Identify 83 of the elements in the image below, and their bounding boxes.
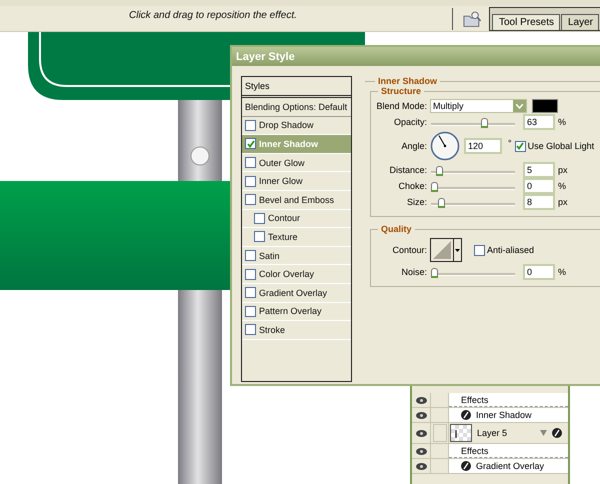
contour-picker[interactable] — [430, 238, 462, 262]
style-item[interactable]: Pattern Overlay — [242, 302, 351, 322]
field-label: Choke: — [397, 181, 428, 191]
section-title: Structure — [380, 86, 422, 96]
unit-label: ° — [508, 138, 512, 148]
field-label: Contour: — [391, 245, 428, 255]
style-item[interactable]: Blending Options: Default — [242, 98, 351, 117]
effect-icon — [552, 428, 562, 438]
dialog-title: Layer Style — [232, 47, 600, 66]
layer-name[interactable]: Layer 5 — [477, 428, 508, 438]
field-label: Blend Mode: — [375, 101, 428, 111]
field-label: Size: — [406, 197, 428, 207]
value-field[interactable]: 63 — [523, 114, 555, 130]
blend-mode-select[interactable]: Multiply — [430, 99, 527, 113]
checkbox[interactable] — [254, 231, 265, 242]
style-item[interactable]: Bevel and Emboss — [242, 190, 351, 210]
value-field[interactable]: 8 — [523, 194, 555, 210]
value-field[interactable]: 0 — [523, 264, 555, 280]
effects-label[interactable]: Effects — [461, 394, 488, 404]
eye-icon[interactable] — [416, 412, 426, 418]
checkbox[interactable] — [245, 157, 256, 168]
checkbox[interactable] — [245, 250, 256, 262]
global-light-checkbox[interactable]: Use Global Light — [514, 140, 594, 152]
eye-icon[interactable] — [416, 462, 426, 470]
section-title: Inner Shadow — [377, 76, 438, 86]
layer-thumbnail[interactable] — [450, 424, 472, 442]
slider-thumb[interactable] — [438, 198, 445, 208]
slider[interactable] — [431, 164, 515, 176]
style-item[interactable]: Gradient Overlay — [242, 284, 351, 303]
style-item[interactable]: Stroke — [242, 321, 351, 340]
slider[interactable] — [431, 196, 515, 208]
slider-thumb[interactable] — [436, 166, 443, 176]
checkbox[interactable] — [245, 287, 256, 298]
unit-label: px — [558, 165, 568, 175]
style-item[interactable]: Satin — [242, 246, 351, 266]
unit-label: px — [558, 197, 568, 207]
slider[interactable] — [431, 116, 515, 128]
caret-icon[interactable] — [540, 430, 547, 436]
effects-label[interactable]: Effects — [461, 446, 488, 456]
field-label: Angle: — [400, 141, 428, 151]
caret-icon — [516, 104, 523, 108]
checkbox[interactable] — [514, 140, 526, 152]
style-item[interactable]: Color Overlay — [242, 265, 351, 284]
caret-icon — [455, 248, 460, 252]
checkbox[interactable] — [245, 268, 256, 280]
anti-aliased-checkbox[interactable]: Anti-aliased — [474, 244, 534, 256]
folder-icon[interactable] — [463, 10, 482, 28]
value-field[interactable]: 120 — [464, 138, 502, 154]
angle-dial[interactable] — [430, 131, 460, 161]
checkbox[interactable] — [254, 212, 265, 224]
eye-icon[interactable] — [416, 396, 426, 404]
field-label: Opacity: — [392, 117, 428, 127]
unit-label: % — [558, 117, 566, 127]
slider-thumb[interactable] — [431, 268, 438, 278]
style-item[interactable]: Inner Glow — [242, 172, 351, 191]
checkbox[interactable] — [245, 324, 256, 336]
style-item[interactable]: Contour — [242, 210, 351, 228]
eye-icon[interactable] — [416, 448, 426, 454]
checkbox[interactable] — [245, 176, 256, 187]
value-field[interactable]: 5 — [523, 162, 555, 178]
slider[interactable] — [431, 180, 515, 192]
checkbox[interactable] — [245, 138, 256, 150]
style-item[interactable]: Texture — [242, 228, 351, 247]
checkbox[interactable] — [245, 306, 256, 317]
palette-tab[interactable]: Tool Presets — [492, 14, 560, 30]
slider-thumb[interactable] — [481, 118, 488, 128]
list-header[interactable]: Styles — [242, 77, 351, 98]
field-label: Noise: — [400, 267, 428, 277]
checkbox[interactable] — [474, 244, 485, 256]
palette-tab[interactable]: Layer — [560, 14, 599, 30]
checkbox[interactable] — [245, 194, 256, 206]
slider[interactable] — [431, 266, 515, 278]
unit-label: % — [558, 181, 566, 191]
unit-label: % — [558, 267, 566, 277]
eye-icon[interactable] — [416, 430, 426, 436]
hint-text: Click and drag to reposition the effect. — [129, 10, 298, 21]
style-item[interactable]: Outer Glow — [242, 154, 351, 172]
checkbox[interactable] — [245, 120, 256, 131]
value-field[interactable]: 0 — [523, 178, 555, 194]
slider-thumb[interactable] — [431, 182, 438, 192]
color-swatch[interactable] — [532, 99, 558, 113]
section-title: Quality — [380, 224, 413, 234]
field-label: Distance: — [388, 165, 428, 175]
